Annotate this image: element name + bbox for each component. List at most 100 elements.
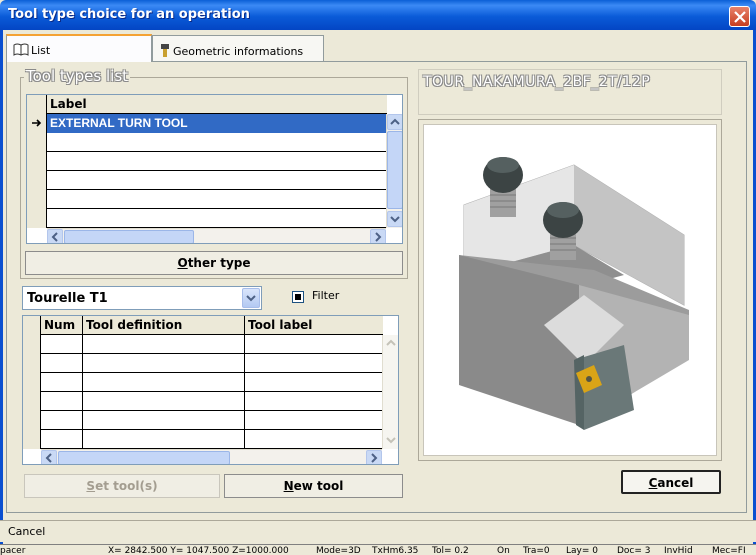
table-row[interactable] [27, 133, 387, 152]
other-type-mnemonic: O [177, 256, 188, 270]
chevron-down-icon [386, 437, 396, 444]
status-text: Cancel [8, 525, 46, 538]
table-row[interactable] [23, 335, 383, 354]
close-button[interactable] [729, 6, 750, 27]
tool-definition-cell[interactable] [83, 373, 245, 392]
tool-types-vscrollbar[interactable] [386, 114, 402, 228]
scroll-thumb[interactable] [387, 131, 402, 209]
coordinates-readout: X= 2842.500 Y= 1047.500 Z=1000.000 [108, 546, 289, 555]
tool-label-cell[interactable] [245, 411, 383, 430]
current-row-arrow-icon [32, 119, 42, 127]
tab-geometric-label: Geometric informations [173, 45, 304, 58]
strip-left-text: pacer [0, 546, 26, 555]
tool-definition-cell[interactable] [83, 335, 245, 354]
table-row[interactable] [23, 411, 383, 430]
tool-label-cell[interactable] [245, 430, 383, 449]
num-cell[interactable] [41, 373, 83, 392]
chevron-down-icon [390, 216, 400, 223]
tool-type-label-cell[interactable] [47, 152, 387, 171]
mec-readout: Mec=FI [712, 546, 746, 555]
tool-type-label-cell[interactable]: EXTERNAL TURN TOOL [47, 114, 387, 133]
row-indicator [23, 392, 41, 411]
tab-geometric-informations[interactable]: Geometric informations [152, 35, 324, 61]
tool-definition-cell[interactable] [83, 430, 245, 449]
set-tools-label: et tool(s) [95, 479, 158, 493]
row-indicator [27, 133, 47, 152]
title-bar[interactable]: Tool type choice for an operation [0, 0, 756, 30]
tool-types-header-row: Label [27, 95, 387, 114]
app-status-strip: pacer X= 2842.500 Y= 1047.500 Z=1000.000… [0, 544, 756, 555]
tool-type-label-cell[interactable] [47, 190, 387, 209]
tool-definition-column-header[interactable]: Tool definition [83, 316, 245, 335]
chevron-up-icon [386, 339, 396, 346]
tool-type-label-cell[interactable] [47, 171, 387, 190]
tool-types-hscrollbar[interactable] [47, 228, 386, 243]
tool-types-title: Tool types list [24, 67, 131, 85]
scroll-down-button[interactable] [387, 211, 402, 227]
tool-label-column-header[interactable]: Tool label [245, 316, 383, 335]
num-cell[interactable] [41, 411, 83, 430]
tool-definition-cell[interactable] [83, 354, 245, 373]
row-indicator [23, 430, 41, 449]
tools-vscrollbar[interactable] [382, 335, 398, 449]
table-row[interactable] [23, 392, 383, 411]
set-tools-button[interactable]: Set tool(s) [24, 474, 220, 498]
tools-grid[interactable]: Num Tool definition Tool label [22, 315, 399, 465]
table-row[interactable] [27, 190, 387, 209]
table-row[interactable] [27, 171, 387, 190]
tab-list[interactable]: List [6, 34, 152, 62]
chevron-right-icon [375, 232, 382, 242]
new-tool-mnemonic: N [283, 479, 294, 493]
num-cell[interactable] [41, 335, 83, 354]
tool-label-cell[interactable] [245, 354, 383, 373]
tool-label-cell[interactable] [245, 335, 383, 354]
tool-definition-cell[interactable] [83, 411, 245, 430]
num-column-header[interactable]: Num [41, 316, 83, 335]
close-icon [734, 11, 746, 23]
cancel-button[interactable]: Cancel [621, 470, 721, 494]
scroll-right-button[interactable] [370, 229, 386, 243]
num-cell[interactable] [41, 392, 83, 411]
other-type-button[interactable]: Other type [25, 251, 403, 275]
scroll-right-button[interactable] [366, 450, 382, 464]
row-indicator-header [23, 316, 41, 335]
filter-checkbox[interactable] [292, 291, 304, 303]
row-indicator [27, 209, 47, 228]
table-row[interactable] [23, 430, 383, 449]
chevron-left-icon [51, 232, 58, 242]
tool-type-label-cell[interactable] [47, 133, 387, 152]
scroll-left-button[interactable] [41, 450, 57, 464]
tool-label-cell[interactable] [245, 373, 383, 392]
tools-hscrollbar[interactable] [41, 449, 382, 464]
chevron-left-icon [45, 453, 52, 463]
label-column-header[interactable]: Label [47, 95, 387, 114]
turret-dropdown-button[interactable] [242, 288, 260, 308]
scroll-left-button[interactable] [47, 229, 63, 243]
table-row[interactable] [27, 152, 387, 171]
table-row[interactable] [23, 373, 383, 392]
row-indicator [27, 152, 47, 171]
table-row[interactable] [27, 209, 387, 228]
invhid-readout: InvHid [664, 546, 693, 555]
tool-definition-cell[interactable] [83, 392, 245, 411]
tra-readout: Tra=0 [523, 546, 550, 555]
new-tool-button[interactable]: New tool [224, 474, 403, 498]
turret-selected-value: Tourelle T1 [27, 291, 108, 306]
mode-readout: Mode=3D [316, 546, 361, 555]
status-bar: Cancel [0, 520, 756, 542]
num-cell[interactable] [41, 354, 83, 373]
num-cell[interactable] [41, 430, 83, 449]
tool-type-label-cell[interactable] [47, 209, 387, 228]
table-row[interactable] [23, 354, 383, 373]
turret-select[interactable]: Tourelle T1 [22, 286, 262, 310]
scroll-thumb[interactable] [64, 230, 194, 243]
row-indicator [27, 114, 47, 133]
tool-types-grid[interactable]: Label EXTERNAL TURN TOOL [26, 94, 403, 244]
row-indicator [23, 373, 41, 392]
tool-label-cell[interactable] [245, 392, 383, 411]
row-indicator [23, 354, 41, 373]
scroll-thumb[interactable] [58, 451, 230, 464]
table-row[interactable]: EXTERNAL TURN TOOL [27, 114, 387, 133]
scroll-up-button[interactable] [387, 114, 402, 130]
chevron-right-icon [371, 453, 378, 463]
